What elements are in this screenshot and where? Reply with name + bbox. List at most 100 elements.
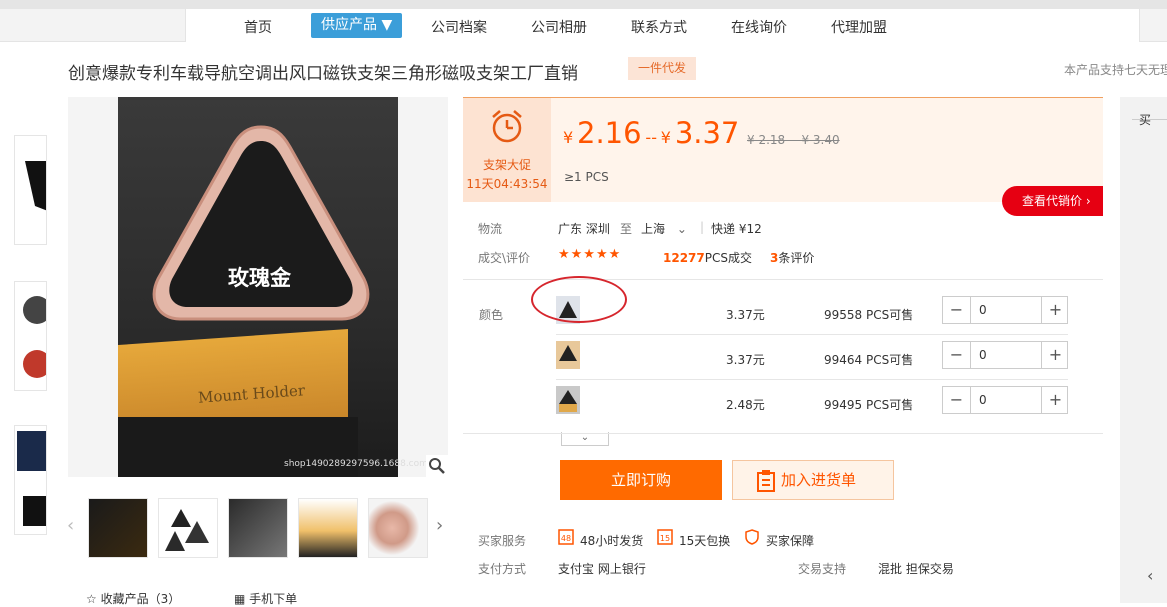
color-label: 颜色 bbox=[479, 308, 504, 322]
sku-stock: 99495 PCS可售 bbox=[824, 398, 914, 412]
nav-home[interactable]: 首页 bbox=[244, 17, 272, 37]
plus-button[interactable]: + bbox=[1042, 297, 1069, 323]
sku-row-2: 3.37元 99464 PCS可售 − 0 + bbox=[556, 341, 1068, 373]
service-15day[interactable]: 15天包换 bbox=[679, 532, 730, 549]
currency-symbol-low: ¥ bbox=[563, 128, 574, 147]
deals-reviews-label: 成交\评价 bbox=[478, 251, 531, 265]
product-title: 创意爆款专利车载导航空调出风口磁铁支架三角形磁吸支架工厂直销 bbox=[68, 64, 578, 84]
mobile-order-label: 手机下单 bbox=[249, 592, 298, 606]
sku-thumbnail-3[interactable] bbox=[556, 386, 580, 414]
express-fee: 快递 ¥12 bbox=[711, 222, 762, 236]
nav-agent-join[interactable]: 代理加盟 bbox=[831, 17, 887, 37]
star-outline-icon: ☆ bbox=[86, 592, 101, 606]
thumbnail-2[interactable] bbox=[158, 498, 218, 558]
review-suffix: 条评价 bbox=[778, 251, 815, 265]
ship-from: 广东 深圳 bbox=[558, 222, 610, 236]
nav-company-profile[interactable]: 公司档案 bbox=[431, 17, 487, 37]
thumbnail-4[interactable] bbox=[298, 498, 358, 558]
nav-company-album[interactable]: 公司相册 bbox=[531, 17, 587, 37]
sidebar-product-1[interactable] bbox=[14, 135, 47, 245]
nav-contact[interactable]: 联系方式 bbox=[631, 17, 687, 37]
quantity-input[interactable]: 0 bbox=[970, 297, 1042, 323]
quantity-input[interactable]: 0 bbox=[970, 342, 1042, 368]
top-navigation: 首页 供应产品 ▼ 公司档案 公司相册 联系方式 在线询价 代理加盟 bbox=[0, 9, 1167, 42]
payment-methods: 支付宝 网上银行 bbox=[558, 562, 646, 576]
quantity-input[interactable]: 0 bbox=[970, 387, 1042, 413]
thumb-next-arrow[interactable]: › bbox=[436, 515, 443, 536]
plus-button[interactable]: + bbox=[1042, 387, 1069, 413]
sidebar-product-2[interactable] bbox=[14, 281, 47, 391]
sku-row-3: 2.48元 99495 PCS可售 − 0 + bbox=[556, 386, 1068, 418]
add-to-cart-button[interactable]: 加入进货单 bbox=[732, 460, 894, 500]
favorite-product[interactable]: ☆ 收藏产品（3） bbox=[86, 590, 180, 607]
thumbnail-1[interactable] bbox=[88, 498, 148, 558]
nav-products[interactable]: 供应产品 ▼ bbox=[311, 13, 403, 38]
sku-2-graphic bbox=[556, 341, 580, 369]
promo-label: 支架大促 bbox=[482, 158, 531, 172]
sku-price: 2.48元 bbox=[726, 398, 765, 412]
quantity-stepper: − 0 + bbox=[942, 296, 1068, 324]
shield-icon bbox=[745, 529, 759, 545]
sku-stock: 99464 PCS可售 bbox=[824, 353, 914, 367]
svg-text:48: 48 bbox=[561, 534, 571, 543]
ship-to-select[interactable]: 上海 ⌄ bbox=[641, 220, 687, 237]
deals-number: 12277 bbox=[663, 251, 705, 265]
order-now-button[interactable]: 立即订购 bbox=[560, 460, 722, 500]
price-separator: -- bbox=[645, 128, 657, 147]
svg-text:15: 15 bbox=[660, 534, 670, 543]
dropship-tag: 一件代发 bbox=[628, 57, 697, 80]
trade-support-label: 交易支持 bbox=[798, 562, 847, 576]
sku-price: 3.37元 bbox=[726, 308, 765, 322]
sidebar-prev-arrow[interactable]: ‹ bbox=[1147, 566, 1153, 585]
mobile-order[interactable]: ▦ 手机下单 bbox=[234, 590, 297, 607]
sidebar-product-2-graphic bbox=[23, 296, 46, 378]
promo-countdown: 11天04:43:54 bbox=[466, 177, 548, 191]
ship-to-city: 上海 bbox=[641, 222, 666, 236]
original-price: ¥ 2.18 -- ¥ 3.40 bbox=[747, 133, 840, 147]
service-buyer-protection[interactable]: 买家保障 bbox=[766, 532, 814, 549]
add-to-cart-label: 加入进货单 bbox=[781, 471, 857, 489]
qr-code-icon: ▦ bbox=[234, 592, 250, 606]
minus-button[interactable]: − bbox=[943, 297, 970, 323]
sku-row-1: 3.37元 99558 PCS可售 − 0 + bbox=[556, 296, 1068, 328]
chevron-down-icon: ⌄ bbox=[676, 222, 687, 236]
price-high: 3.37 bbox=[674, 116, 740, 150]
row-divider bbox=[556, 334, 1068, 335]
price-range: ¥ 2.16 -- ¥ 3.37 bbox=[563, 116, 739, 150]
deals-count[interactable]: 12277PCS成交 bbox=[663, 249, 752, 266]
min-order-qty: ≥1 PCS bbox=[564, 170, 609, 184]
logistics-label: 物流 bbox=[478, 222, 503, 236]
right-sidebar bbox=[1120, 97, 1167, 603]
alarm-clock-icon bbox=[492, 110, 522, 143]
minus-button[interactable]: − bbox=[943, 387, 970, 413]
dealer-price-button[interactable]: 查看代销价 › bbox=[1002, 186, 1103, 216]
main-product-image[interactable]: 玫瑰金 Mount Holder shop1490289297596.1688.… bbox=[68, 97, 448, 477]
price-low: 2.16 bbox=[577, 116, 642, 150]
review-count[interactable]: 3条评价 bbox=[770, 249, 814, 266]
payment-label: 支付方式 bbox=[478, 562, 527, 576]
annotation-circle bbox=[531, 276, 627, 323]
nav-online-inquiry[interactable]: 在线询价 bbox=[731, 17, 787, 37]
minus-button[interactable]: − bbox=[943, 342, 970, 368]
48h-shipping-icon: 48 bbox=[558, 529, 574, 545]
promo-panel: 支架大促 11天04:43:54 bbox=[463, 98, 551, 202]
thumbnail-2-graphic bbox=[165, 509, 209, 551]
plus-button[interactable]: + bbox=[1042, 342, 1069, 368]
expand-sku-button[interactable]: ⌄ bbox=[561, 432, 609, 446]
sku-thumbnail-2[interactable] bbox=[556, 341, 580, 369]
clipboard-icon bbox=[757, 470, 775, 492]
thumbnail-5[interactable] bbox=[368, 498, 428, 558]
sidebar-label: 买 bbox=[1139, 113, 1152, 127]
dealer-price-label: 查看代销价 bbox=[1022, 194, 1083, 208]
thumbnail-3[interactable] bbox=[228, 498, 288, 558]
sidebar-product-3[interactable] bbox=[14, 425, 47, 535]
shop-watermark: shop1490289297596.1688.com bbox=[284, 459, 428, 469]
service-48h[interactable]: 48小时发货 bbox=[580, 532, 643, 549]
ship-to-word: 至 bbox=[620, 222, 633, 236]
quantity-stepper: − 0 + bbox=[942, 386, 1068, 414]
zoom-icon[interactable] bbox=[426, 455, 448, 477]
15-day-exchange-icon: 15 bbox=[657, 529, 673, 545]
top-strip bbox=[0, 0, 1167, 9]
sidebar-product-1-graphic bbox=[25, 161, 46, 211]
thumb-prev-arrow[interactable]: ‹ bbox=[67, 515, 74, 536]
